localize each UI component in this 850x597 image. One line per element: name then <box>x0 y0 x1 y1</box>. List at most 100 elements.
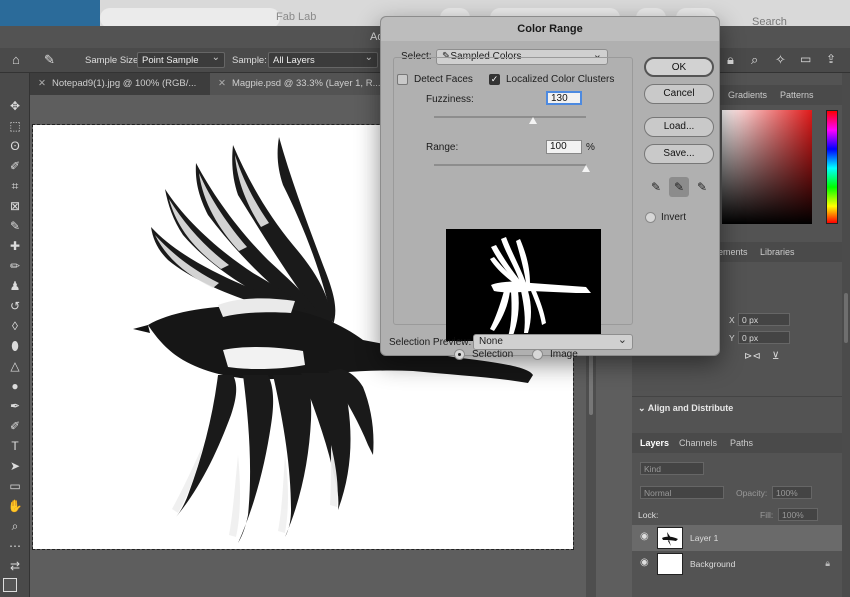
layer-name: Layer 1 <box>690 533 719 543</box>
eye-icon[interactable]: ◉ <box>640 557 649 568</box>
selection-preview-value: None <box>479 336 503 347</box>
subtract-from-sample-eyedropper-icon[interactable]: ✎ <box>692 177 712 197</box>
close-icon[interactable]: ✕ <box>38 78 46 89</box>
align-distribute-header[interactable]: ⌄ Align and Distribute <box>632 396 842 418</box>
healing-brush-icon[interactable]: ✚ <box>7 238 23 254</box>
image-radio[interactable] <box>532 349 543 360</box>
search-icon[interactable]: ⌕ <box>751 52 758 68</box>
eye-icon[interactable]: ◉ <box>640 531 649 542</box>
crop-tool-icon[interactable]: ⌗ <box>7 178 23 194</box>
fuzziness-input[interactable]: 130 <box>546 91 582 105</box>
close-icon[interactable]: ✕ <box>218 78 226 89</box>
range-label: Range: <box>426 142 459 153</box>
dodge-tool-icon[interactable]: ● <box>7 378 23 394</box>
tab-gradients[interactable]: Gradients <box>728 90 767 100</box>
flip-horizontal-icon[interactable]: ⊳⊲ <box>744 351 761 362</box>
blur-tool-icon[interactable]: △ <box>7 358 23 374</box>
type-tool-icon[interactable]: T <box>7 438 23 454</box>
invert-checkbox[interactable] <box>645 212 656 223</box>
opacity-label: Opacity: <box>736 488 768 498</box>
opacity-input[interactable]: 100% <box>772 486 812 499</box>
tab-patterns[interactable]: Patterns <box>780 90 814 100</box>
fill-label: Fill: <box>760 510 774 520</box>
range-slider-thumb[interactable] <box>582 165 590 172</box>
tab-paths[interactable]: Paths <box>730 438 753 448</box>
shape-tool-icon[interactable]: ▭ <box>7 478 23 494</box>
sample-size-select[interactable]: Point Sample <box>137 52 225 68</box>
selection-preview-label: Selection Preview: <box>389 337 472 348</box>
tab-label: Notepad9(1).jpg @ 100% (RGB/... <box>51 78 197 89</box>
y-position-input[interactable]: 0 px <box>738 331 790 344</box>
move-tool-icon[interactable]: ✥ <box>7 98 23 114</box>
layer-filter-kind[interactable]: Kind <box>640 462 704 475</box>
swap-colors-icon[interactable]: ⇄ <box>7 558 23 574</box>
sample-select[interactable]: All Layers <box>268 52 378 68</box>
share-icon[interactable]: ⇪ <box>826 52 836 66</box>
align-distribute-label: Align and Distribute <box>647 403 734 413</box>
layers-panel-tabs: Layers Channels Paths <box>632 433 842 453</box>
fuzziness-slider[interactable] <box>434 116 586 118</box>
invert-label: Invert <box>661 212 687 223</box>
lock-label: Lock: <box>638 510 659 520</box>
sample-label: Sample: <box>232 55 267 66</box>
tab-notepad[interactable]: ✕ Notepad9(1).jpg @ 100% (RGB/... <box>30 73 210 95</box>
fuzziness-slider-thumb[interactable] <box>528 117 537 124</box>
tab-layers[interactable]: Layers <box>640 438 669 448</box>
history-brush-icon[interactable]: ↺ <box>7 298 23 314</box>
lasso-tool-icon[interactable]: ʘ <box>7 138 23 154</box>
ok-button[interactable]: OK <box>644 57 714 77</box>
selection-preview-select[interactable]: None <box>473 333 633 350</box>
tab-channels[interactable]: Channels <box>679 438 717 448</box>
x-position-input[interactable]: 0 px <box>738 313 790 326</box>
tab-elements[interactable]: ements <box>718 247 748 257</box>
quick-select-tool-icon[interactable]: ✐ <box>7 158 23 174</box>
pen-alt-icon[interactable]: ✐ <box>7 418 23 434</box>
eraser-tool-icon[interactable]: ◊ <box>7 318 23 334</box>
eyedropper-tool-icon[interactable]: ✎ <box>44 52 55 68</box>
selection-preview-thumbnail <box>446 229 601 341</box>
panel-scrollbar[interactable] <box>842 73 850 597</box>
path-select-icon[interactable]: ➤ <box>7 458 23 474</box>
browser-title: Fab Lab <box>276 11 317 23</box>
image-radio-label: Image <box>550 349 578 360</box>
blurred-toolbar <box>100 8 280 28</box>
sample-size-label: Sample Size: <box>85 55 141 66</box>
layer-row[interactable]: ◉ Layer 1 <box>632 525 842 551</box>
blend-mode-select[interactable]: Normal <box>640 486 724 499</box>
zoom-tool-icon[interactable]: ⌕ <box>7 518 23 534</box>
flip-vertical-icon[interactable]: ⊻ <box>772 351 779 362</box>
tab-magpie[interactable]: ✕ Magpie.psd @ 33.3% (Layer 1, R... <box>210 73 390 95</box>
options-group: Fuzziness: 130 Range: 100 % Selection Im… <box>393 57 633 360</box>
paint-bucket-icon[interactable]: ⬮ <box>7 338 23 354</box>
hand-tool-icon[interactable]: ✋ <box>7 498 23 514</box>
brush-tool-icon[interactable]: ✏ <box>7 258 23 274</box>
layer-thumbnail <box>657 527 683 549</box>
lock-icon[interactable]: 🔒︎ <box>727 52 734 68</box>
y-label: Y <box>729 333 735 343</box>
eyedropper-icon[interactable]: ✎ <box>646 177 666 197</box>
color-picker-field[interactable] <box>722 110 812 224</box>
eyedropper-icon[interactable]: ✎ <box>7 218 23 234</box>
more-tools-icon[interactable]: ⋯ <box>7 538 23 554</box>
selection-radio[interactable] <box>454 349 465 360</box>
pen-tool-icon[interactable]: ✒ <box>7 398 23 414</box>
home-icon[interactable]: ⌂ <box>12 53 28 67</box>
range-input[interactable]: 100 <box>546 140 582 154</box>
range-slider[interactable] <box>434 164 586 166</box>
cancel-button[interactable]: Cancel <box>644 84 714 104</box>
hue-slider[interactable] <box>826 110 838 224</box>
frame-tool-icon[interactable]: ⊠ <box>7 198 23 214</box>
fill-input[interactable]: 100% <box>778 508 818 521</box>
workspace-icon[interactable]: ▭ <box>800 52 811 66</box>
save-button[interactable]: Save... <box>644 144 714 164</box>
foreground-color-swatch[interactable] <box>3 578 17 592</box>
range-unit: % <box>586 142 595 153</box>
tab-libraries[interactable]: Libraries <box>760 247 795 257</box>
stamp-tool-icon[interactable]: ♟ <box>7 278 23 294</box>
layer-row[interactable]: ◉ Background 🔒︎ <box>632 551 842 577</box>
add-to-sample-eyedropper-icon[interactable]: ✎ <box>669 177 689 197</box>
marquee-tool-icon[interactable]: ⬚ <box>7 118 23 134</box>
load-button[interactable]: Load... <box>644 117 714 137</box>
fuzziness-label: Fuzziness: <box>426 94 474 105</box>
lightbulb-icon[interactable]: ✧ <box>775 52 786 68</box>
